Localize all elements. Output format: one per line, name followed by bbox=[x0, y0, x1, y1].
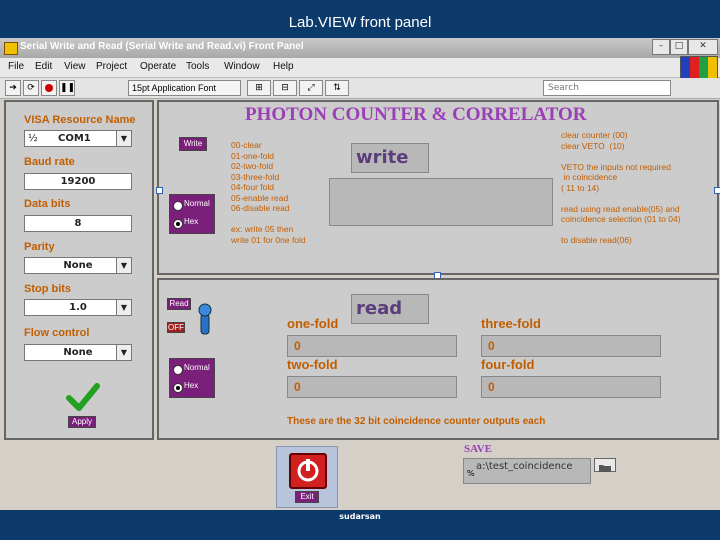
chevron-down-icon: ▼ bbox=[116, 345, 131, 360]
four-fold-label: four-fold bbox=[481, 357, 535, 372]
exit-label: Exit bbox=[295, 491, 319, 503]
four-fold-value: 0 bbox=[481, 376, 661, 398]
flow-control-value: None bbox=[63, 347, 93, 358]
run-continuously-icon[interactable]: ⟳ bbox=[23, 80, 39, 96]
chevron-down-icon: ▼ bbox=[116, 300, 131, 315]
three-fold-value: 0 bbox=[481, 335, 661, 357]
counter-caption: These are the 32 bit coincidence counter… bbox=[287, 416, 546, 427]
panel-title: PHOTON COUNTER & CORRELATOR bbox=[245, 104, 587, 125]
window-titlebar[interactable]: Serial Write and Read (Serial Write and … bbox=[0, 38, 720, 58]
labview-app-icon bbox=[4, 42, 18, 55]
maximize-button[interactable]: □ bbox=[670, 39, 688, 55]
normal-radio[interactable] bbox=[173, 201, 183, 211]
hex-label: Hex bbox=[184, 381, 199, 390]
two-fold-label: two-fold bbox=[287, 357, 338, 372]
folder-icon bbox=[599, 465, 611, 472]
abort-icon[interactable] bbox=[41, 80, 57, 96]
read-button[interactable]: Read bbox=[167, 298, 191, 310]
slide-title: Lab.VIEW front panel bbox=[288, 14, 432, 31]
stop-bits-select[interactable]: 1.0 ▼ bbox=[24, 299, 132, 316]
window-title: Serial Write and Read (Serial Write and … bbox=[20, 41, 304, 52]
checkmark-icon bbox=[66, 383, 100, 411]
chevron-down-icon: ▼ bbox=[116, 131, 131, 146]
write-string-field[interactable] bbox=[329, 178, 553, 226]
exit-button[interactable] bbox=[289, 453, 327, 489]
parity-value: None bbox=[63, 260, 93, 271]
write-button[interactable]: Write bbox=[179, 137, 207, 151]
three-fold-label: three-fold bbox=[481, 316, 541, 331]
flow-control-label: Flow control bbox=[24, 327, 90, 339]
save-path-field[interactable]: % a:\test_coincidence bbox=[463, 458, 591, 484]
save-path-value: a:\test_coincidence bbox=[476, 461, 573, 472]
align-icon[interactable]: ⊞ bbox=[247, 80, 271, 96]
visa-resource-label: VISA Resource Name bbox=[24, 114, 136, 126]
off-indicator: OFF bbox=[167, 322, 185, 333]
menu-window[interactable]: Window bbox=[224, 61, 260, 72]
chevron-down-icon: ▼ bbox=[116, 258, 131, 273]
run-arrow-icon[interactable]: ➔ bbox=[5, 80, 21, 96]
normal-label: Normal bbox=[184, 199, 210, 208]
apply-button[interactable]: Apply bbox=[68, 416, 96, 428]
slide-footer: sudarsan bbox=[339, 512, 381, 521]
folder-browse-button[interactable] bbox=[594, 458, 616, 472]
read-panel: Read OFF Normal Hex read one-fold 0 thre… bbox=[157, 278, 719, 440]
menu-file[interactable]: File bbox=[8, 61, 24, 72]
menu-project[interactable]: Project bbox=[96, 61, 127, 72]
flow-control-select[interactable]: None ▼ bbox=[24, 344, 132, 361]
command-list: 00-clear 01-one-fold 02-two-fold 03-thre… bbox=[231, 140, 306, 245]
one-fold-label: one-fold bbox=[287, 316, 339, 331]
baud-rate-label: Baud rate bbox=[24, 156, 75, 168]
one-fold-value: 0 bbox=[287, 335, 457, 357]
menu-help[interactable]: Help bbox=[273, 61, 294, 72]
normal-label: Normal bbox=[184, 363, 210, 372]
data-bits-label: Data bits bbox=[24, 198, 71, 210]
font-select[interactable]: 15pt Application Font bbox=[128, 80, 241, 96]
toolbar: ➔ ⟳ ❚❚ 15pt Application Font ⊞ ⊟ ⤢ ⇅ Sea… bbox=[0, 78, 720, 99]
close-button[interactable]: ✕ bbox=[688, 39, 718, 55]
visa-value: COM1 bbox=[58, 133, 91, 144]
hex-radio[interactable] bbox=[173, 383, 183, 393]
search-input[interactable]: Search bbox=[543, 80, 671, 96]
visa-prefix: ½ bbox=[28, 133, 38, 144]
baud-rate-field[interactable]: 19200 bbox=[24, 173, 132, 190]
toggle-switch-icon[interactable] bbox=[197, 300, 213, 336]
hex-label: Hex bbox=[184, 217, 199, 226]
pause-icon[interactable]: ❚❚ bbox=[59, 80, 75, 96]
menu-edit[interactable]: Edit bbox=[35, 61, 52, 72]
minimize-button[interactable]: – bbox=[652, 39, 670, 55]
resize-icon[interactable]: ⤢ bbox=[299, 80, 323, 96]
normal-radio[interactable] bbox=[173, 365, 183, 375]
reorder-icon[interactable]: ⇅ bbox=[325, 80, 349, 96]
read-format-radio-group: Normal Hex bbox=[169, 358, 215, 398]
write-panel: PHOTON COUNTER & CORRELATOR Write Normal… bbox=[156, 100, 720, 279]
stop-bits-label: Stop bits bbox=[24, 283, 72, 295]
data-bits-field[interactable]: 8 bbox=[24, 215, 132, 232]
serial-config-panel: VISA Resource Name ½ COM1 ▼ Baud rate 19… bbox=[4, 100, 154, 440]
exit-control: Exit bbox=[276, 446, 338, 508]
selection-handle[interactable] bbox=[156, 187, 163, 194]
stop-bits-value: 1.0 bbox=[69, 302, 87, 313]
labview-window: Serial Write and Read (Serial Write and … bbox=[0, 38, 720, 510]
menu-view[interactable]: View bbox=[64, 61, 86, 72]
save-label: SAVE bbox=[464, 443, 492, 455]
menu-operate[interactable]: Operate bbox=[140, 61, 176, 72]
read-header: read bbox=[351, 294, 429, 324]
write-help-notes: clear counter (00) clear VETO (10) VETO … bbox=[561, 130, 681, 245]
power-icon bbox=[297, 459, 319, 482]
two-fold-value: 0 bbox=[287, 376, 457, 398]
hex-radio[interactable] bbox=[173, 219, 183, 229]
parity-label: Parity bbox=[24, 241, 55, 253]
menu-bar: File Edit View Project Operate Tools Win… bbox=[0, 56, 720, 96]
menu-tools[interactable]: Tools bbox=[186, 61, 209, 72]
path-prefix: % bbox=[467, 469, 475, 478]
write-format-radio-group: Normal Hex bbox=[169, 194, 215, 234]
parity-select[interactable]: None ▼ bbox=[24, 257, 132, 274]
write-header: write bbox=[351, 143, 429, 173]
selection-handle[interactable] bbox=[714, 187, 720, 194]
visa-resource-select[interactable]: ½ COM1 ▼ bbox=[24, 130, 132, 147]
distribute-icon[interactable]: ⊟ bbox=[273, 80, 297, 96]
